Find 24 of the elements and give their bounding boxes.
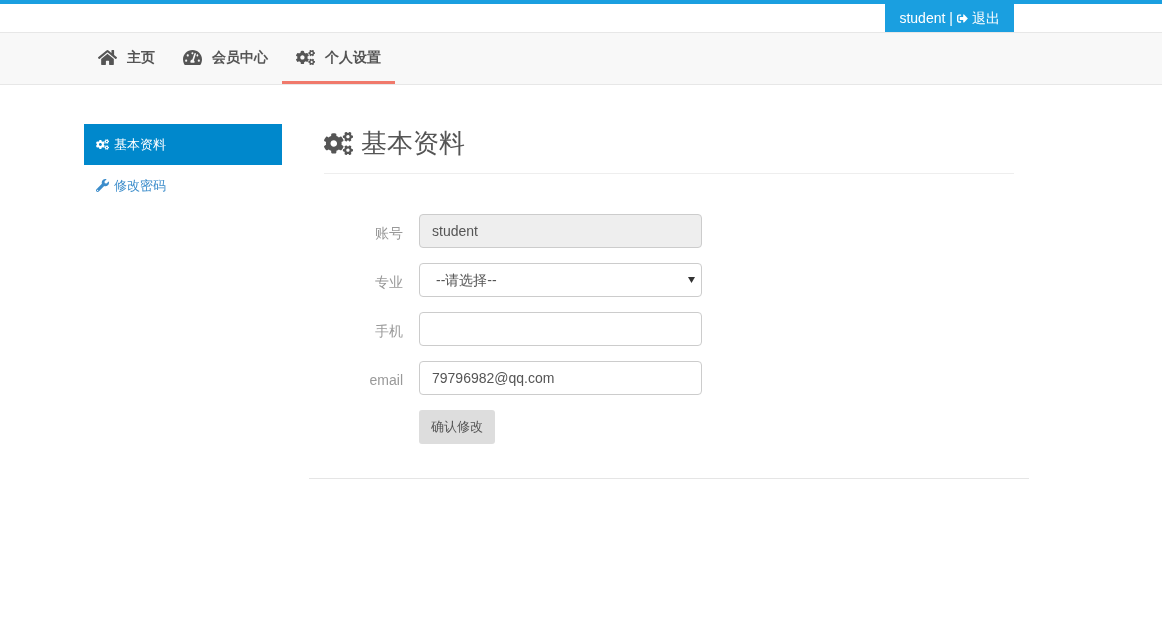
- input-field[interactable]: 79796982@qq.com: [419, 361, 702, 395]
- nav-tab[interactable]: 会员中心: [169, 33, 282, 84]
- home-icon: [98, 47, 117, 67]
- field-label: email: [369, 370, 403, 390]
- separator: |: [949, 8, 953, 28]
- sidebar-item[interactable]: 修改密码: [84, 165, 282, 206]
- page-title: 基本资料: [361, 127, 465, 160]
- field-label: 手机: [375, 321, 403, 341]
- caret-icon: [688, 277, 695, 283]
- input-field[interactable]: [419, 312, 702, 346]
- nav-tab[interactable]: 个人设置: [282, 33, 395, 84]
- username: student: [899, 8, 946, 28]
- field-label: 专业: [375, 272, 403, 292]
- gears-icon: [324, 129, 353, 158]
- nav-tab[interactable]: 主页: [84, 33, 169, 84]
- sidebar-item[interactable]: 基本资料: [84, 124, 282, 165]
- gears-icon: [296, 47, 315, 67]
- wrench-icon: [96, 179, 109, 192]
- field-label: 账号: [375, 223, 403, 243]
- submit-button[interactable]: 确认修改: [419, 410, 495, 444]
- select-field[interactable]: --请选择--: [419, 263, 702, 297]
- gauge-icon: [183, 47, 202, 67]
- logout-icon: [957, 12, 968, 24]
- gears-icon: [96, 138, 109, 151]
